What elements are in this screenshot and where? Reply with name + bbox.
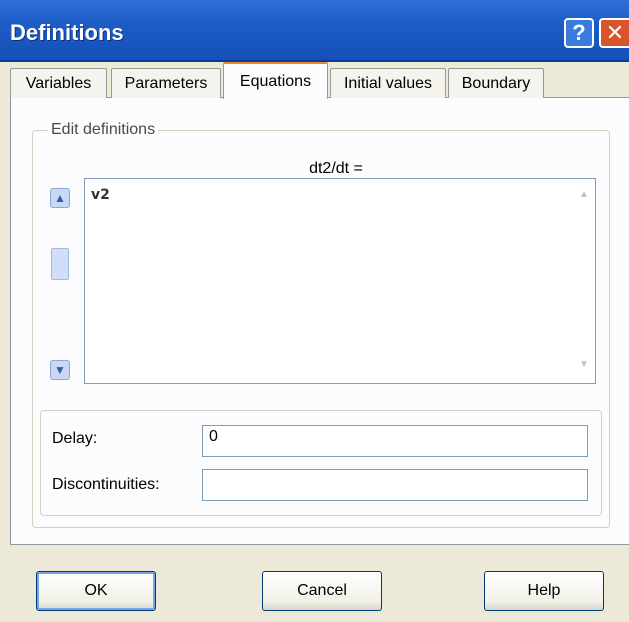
tab-parameters[interactable]: Parameters bbox=[111, 68, 221, 98]
discontinuities-field[interactable] bbox=[202, 469, 588, 501]
scroll-up-button[interactable]: ▲ bbox=[50, 188, 70, 208]
tab-equations[interactable]: Equations bbox=[223, 62, 328, 99]
equation-text[interactable]: v2 bbox=[91, 187, 110, 203]
window-title: Definitions bbox=[10, 20, 124, 45]
delay-field[interactable]: 0 bbox=[202, 425, 588, 457]
close-button[interactable]: ✕ bbox=[599, 18, 629, 48]
editor-scroll-up-icon[interactable]: ▲ bbox=[577, 189, 591, 203]
tab-variables[interactable]: Variables bbox=[10, 68, 107, 98]
discontinuities-label: Discontinuities: bbox=[52, 476, 160, 493]
equation-label: dt2/dt = bbox=[309, 160, 363, 177]
cancel-button[interactable]: Cancel bbox=[262, 571, 382, 611]
delay-label: Delay: bbox=[52, 430, 98, 447]
edit-definitions-label: Edit definitions bbox=[48, 121, 159, 139]
chevron-up-icon: ▲ bbox=[54, 191, 66, 205]
help-button[interactable]: Help bbox=[484, 571, 604, 611]
ok-button[interactable]: OK bbox=[36, 571, 156, 611]
scroll-thumb[interactable] bbox=[51, 248, 69, 280]
chevron-down-icon: ▼ bbox=[54, 363, 66, 377]
help-title-button[interactable]: ? bbox=[564, 18, 594, 48]
tab-boundary[interactable]: Boundary bbox=[448, 68, 544, 98]
tab-initial-values[interactable]: Initial values bbox=[330, 68, 446, 98]
equation-editor[interactable]: v2 ▲ ▼ bbox=[84, 178, 596, 384]
question-icon: ? bbox=[572, 20, 586, 45]
scroll-down-button[interactable]: ▼ bbox=[50, 360, 70, 380]
definitions-dialog: Definitions ? ✕ Variables Parameters Equ… bbox=[0, 0, 629, 622]
title-bar[interactable]: Definitions ? ✕ bbox=[0, 0, 629, 62]
close-icon: ✕ bbox=[605, 20, 625, 45]
editor-scroll-down-icon[interactable]: ▼ bbox=[577, 359, 591, 373]
